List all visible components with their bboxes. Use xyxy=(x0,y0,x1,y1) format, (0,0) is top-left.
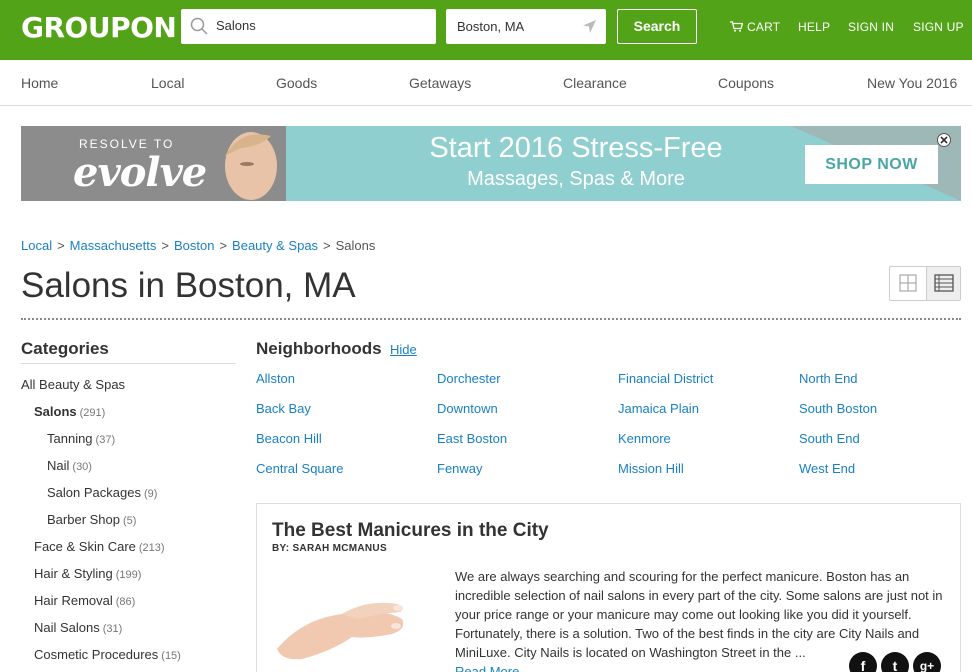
cart-label: CART xyxy=(747,20,781,34)
grid-view-icon[interactable] xyxy=(890,267,926,300)
breadcrumb-massachusetts[interactable]: Massachusetts xyxy=(70,238,157,253)
shop-now-button[interactable]: SHOP NOW xyxy=(805,145,938,184)
category-tanning[interactable]: Tanning (37) xyxy=(47,431,115,446)
neighborhood-link[interactable]: Beacon Hill xyxy=(256,431,322,446)
facebook-icon[interactable]: f xyxy=(849,652,877,672)
category-salons[interactable]: Salons (291) xyxy=(34,404,105,419)
cart-icon xyxy=(730,21,743,32)
breadcrumb: Local > Massachusetts > Boston > Beauty & Spas… xyxy=(21,238,376,253)
neighborhoods-heading: Neighborhoods xyxy=(256,339,382,358)
neighborhood-link[interactable]: Fenway xyxy=(437,461,483,476)
top-bar: GROUPON Salons Boston, MA Search CART HE… xyxy=(0,0,972,60)
categories-divider xyxy=(21,363,236,364)
page-title: Salons in Boston, MA xyxy=(21,266,356,305)
location-input[interactable]: Boston, MA xyxy=(457,19,524,34)
neighborhood-link[interactable]: Central Square xyxy=(256,461,343,476)
promo-banner[interactable]: RESOLVE TO evolve Start 2016 Stress-Free… xyxy=(21,126,961,201)
neighborhood-link[interactable]: East Boston xyxy=(437,431,507,446)
category-cosmetic-procedures[interactable]: Cosmetic Procedures (15) xyxy=(34,647,181,662)
breadcrumb-local[interactable]: Local xyxy=(21,238,52,253)
search-icon xyxy=(190,17,208,35)
breadcrumb-current: Salons xyxy=(335,238,376,253)
location-box[interactable]: Boston, MA xyxy=(446,9,606,44)
neighborhood-link[interactable]: North End xyxy=(799,371,858,386)
location-arrow-icon[interactable] xyxy=(582,19,597,34)
categories-heading: Categories xyxy=(21,339,109,358)
article-title[interactable]: The Best Manicures in the City xyxy=(272,520,549,542)
nav-goods[interactable]: Goods xyxy=(276,75,317,91)
twitter-icon[interactable]: t xyxy=(881,652,909,672)
cart-link[interactable]: CART xyxy=(730,20,780,34)
banner-headline: Start 2016 Stress-Free xyxy=(429,132,723,164)
category-face-skin-care[interactable]: Face & Skin Care (213) xyxy=(34,539,165,554)
neighborhood-link[interactable]: Downtown xyxy=(437,401,498,416)
neighborhood-link[interactable]: Mission Hill xyxy=(618,461,684,476)
neighborhood-link[interactable]: South End xyxy=(799,431,860,446)
category-hair-styling[interactable]: Hair & Styling (199) xyxy=(34,566,141,581)
neighborhood-link[interactable]: Back Bay xyxy=(256,401,311,416)
neighborhood-link[interactable]: Financial District xyxy=(618,371,713,386)
neighborhood-link[interactable]: West End xyxy=(799,461,855,476)
category-hair-removal[interactable]: Hair Removal (86) xyxy=(34,593,135,608)
category-nail[interactable]: Nail (30) xyxy=(47,458,92,473)
nav-getaways[interactable]: Getaways xyxy=(409,75,471,91)
breadcrumb-beauty-spas[interactable]: Beauty & Spas xyxy=(232,238,318,253)
list-view-icon[interactable] xyxy=(926,267,960,300)
sign-in-link[interactable]: SIGN IN xyxy=(848,20,894,34)
breadcrumb-boston[interactable]: Boston xyxy=(174,238,214,253)
nav-clearance[interactable]: Clearance xyxy=(563,75,627,91)
search-input[interactable]: Salons xyxy=(216,18,256,33)
banner-subline: Massages, Spas & More xyxy=(467,168,685,190)
neighborhood-link[interactable]: South Boston xyxy=(799,401,877,416)
article-card: The Best Manicures in the City BY: SARAH… xyxy=(256,503,961,672)
neighborhood-link[interactable]: Jamaica Plain xyxy=(618,401,699,416)
manicure-hand-image xyxy=(277,602,404,660)
nav-new-you-2016[interactable]: New You 2016 xyxy=(867,75,957,91)
close-icon[interactable] xyxy=(937,133,951,147)
sign-up-link[interactable]: SIGN UP xyxy=(913,20,964,34)
main-nav: Home Local Goods Getaways Clearance Coup… xyxy=(0,60,972,106)
neighborhood-link[interactable]: Dorchester xyxy=(437,371,501,386)
nav-local[interactable]: Local xyxy=(151,75,184,91)
category-nail-salons[interactable]: Nail Salons (31) xyxy=(34,620,122,635)
category-barber-shop[interactable]: Barber Shop (5) xyxy=(47,512,136,527)
groupon-logo[interactable]: GROUPON xyxy=(21,11,177,44)
neighborhoods-hide-link[interactable]: Hide xyxy=(390,342,417,357)
neighborhood-link[interactable]: Kenmore xyxy=(618,431,671,446)
google-plus-icon[interactable]: g+ xyxy=(913,652,941,672)
banner-evolve-text: evolve xyxy=(73,149,207,196)
article-byline: BY: SARAH MCMANUS xyxy=(272,543,387,554)
neighborhood-link[interactable]: Allston xyxy=(256,371,295,386)
search-button[interactable]: Search xyxy=(617,9,697,44)
nav-home[interactable]: Home xyxy=(21,75,58,91)
title-divider xyxy=(21,318,961,320)
banner-face-image xyxy=(225,132,277,200)
help-link[interactable]: HELP xyxy=(798,20,830,34)
read-more-link[interactable]: Read More xyxy=(455,664,519,672)
nav-coupons[interactable]: Coupons xyxy=(718,75,774,91)
category-all-beauty-spas[interactable]: All Beauty & Spas xyxy=(21,377,125,392)
search-box[interactable]: Salons xyxy=(181,9,436,44)
category-salon-packages[interactable]: Salon Packages (9) xyxy=(47,485,157,500)
view-toggle xyxy=(889,266,961,301)
